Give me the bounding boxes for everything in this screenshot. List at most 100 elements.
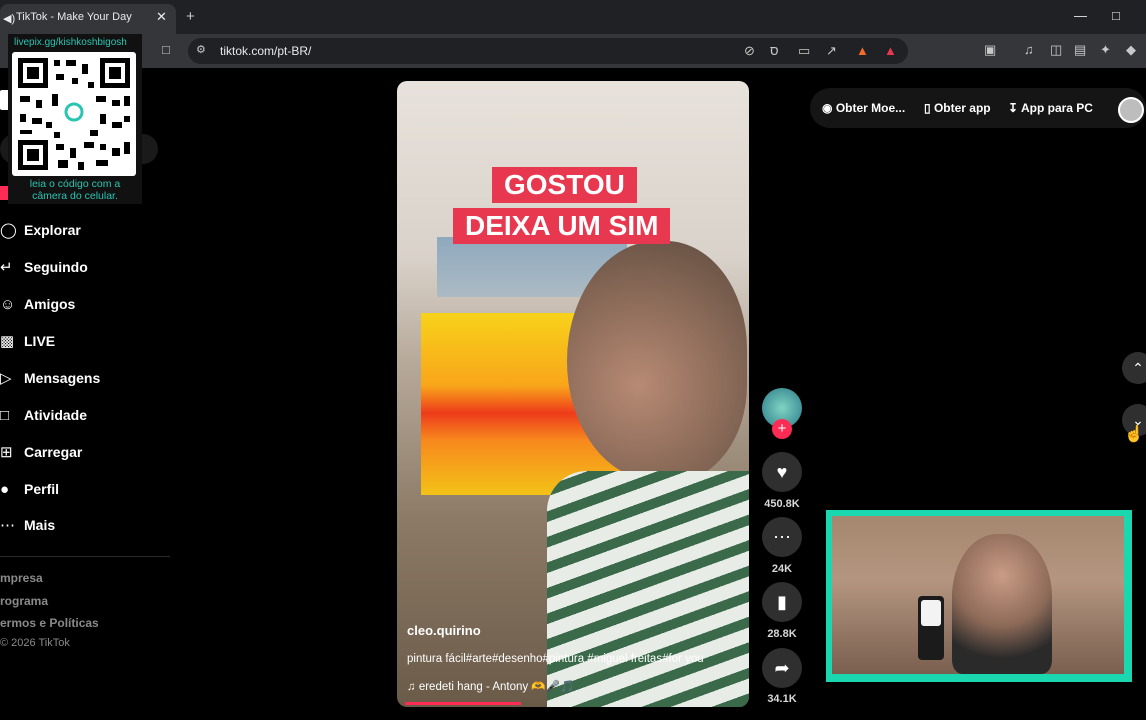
live-icon: ▩ — [0, 333, 15, 350]
share-button[interactable]: ➦ — [762, 648, 802, 688]
vpn-shield-icon[interactable]: ◆ — [1126, 42, 1136, 58]
browser-tab-bar: ◀) TikTok - Make Your Day ✕ + — □ — [0, 0, 1146, 34]
translate-icon[interactable]: ס — [770, 43, 779, 58]
browser-toolbar: □ ⚙ tiktok.com/pt-BR/ ⊘ ס ▭ ↗ ▲ ▲ ▣ ♫ ◫ … — [0, 34, 1146, 68]
get-coins-label: Obter Moe... — [835, 101, 906, 115]
new-tab-button[interactable]: + — [186, 8, 195, 25]
url-text[interactable]: tiktok.com/pt-BR/ — [220, 44, 311, 58]
upload-icon: ⊞ — [0, 444, 13, 461]
qr-code-overlay: livepix.gg/kishkoshbigosh leia o código … — [8, 34, 142, 204]
sidebar-item-amigos[interactable]: ☺ Amigos — [0, 293, 75, 315]
phone-icon: ▯ — [924, 101, 934, 115]
share-icon[interactable]: ↗ — [826, 43, 837, 59]
pc-app-label: App para PC — [1020, 101, 1093, 115]
share-arrow-icon: ➦ — [774, 658, 790, 678]
heart-icon: ♥ — [776, 462, 788, 482]
save-count: 28.8K — [767, 628, 797, 640]
streamer — [952, 534, 1052, 674]
sidebar-item-carregar[interactable]: ⊞ Carregar — [0, 441, 82, 463]
video-caption-line2: DEIXA UM SIM — [453, 208, 671, 244]
sidebar-item-seguindo[interactable]: ↵ Seguindo — [0, 256, 88, 278]
maximize-button[interactable]: □ — [1112, 8, 1120, 23]
sidebar-item-atividade[interactable]: □ Atividade — [0, 404, 87, 426]
video-description[interactable]: pintura fácil#arte#desenho#pintura #migu… — [407, 653, 704, 665]
qr-code — [12, 52, 136, 176]
video-music[interactable]: ♫ eredeti hang - Antony 🫶🎤🎵 — [407, 679, 574, 693]
screenshot-icon[interactable]: ▣ — [984, 42, 996, 58]
like-button[interactable]: ♥ — [762, 452, 802, 492]
wallet-icon[interactable]: ▤ — [1074, 42, 1086, 58]
get-app-label: Obter app — [933, 101, 991, 115]
share-count: 34.1K — [767, 693, 797, 705]
friends-icon: ☺ — [0, 295, 16, 313]
sidebar-item-label: Seguindo — [24, 259, 88, 275]
browser-tab[interactable]: ◀) TikTok - Make Your Day ✕ — [0, 4, 176, 34]
sidebar-item-label: LIVE — [24, 333, 56, 349]
qr-caption-line1: leia o código com a — [29, 178, 121, 190]
sidebar-item-label: Atividade — [24, 407, 88, 423]
mouse-cursor-icon: ☝ — [1124, 426, 1144, 443]
webcam-frame-accent — [864, 676, 1094, 680]
sidebar-item-explorar[interactable]: ◯ Explorar — [0, 219, 81, 241]
coin-icon: ◉ — [822, 101, 836, 115]
sidebar-item-label: Carregar — [24, 444, 83, 460]
sidebar-item-mensagens[interactable]: ▷ Mensagens — [0, 367, 100, 389]
chevron-up-icon: ⌃ — [1132, 360, 1144, 376]
sidebar-divider — [0, 556, 170, 557]
activity-icon: □ — [0, 406, 10, 424]
home-icon[interactable] — [0, 186, 8, 200]
user-avatar[interactable] — [1118, 97, 1144, 123]
site-info-icon[interactable]: ⚙ — [196, 43, 206, 56]
sidebar-item-perfil[interactable]: ● Perfil — [0, 478, 59, 500]
copyright: © 2026 TikTok — [0, 637, 70, 649]
bookmark-icon[interactable]: □ — [162, 42, 170, 57]
video-person-shirt — [547, 471, 749, 707]
pc-app-button[interactable]: ↧ App para PC — [1008, 101, 1093, 115]
ring-light-face — [921, 600, 941, 626]
download-icon: ↧ — [1008, 101, 1021, 115]
webcam-feed — [832, 516, 1124, 674]
footer-link-empresa[interactable]: mpresa — [0, 571, 43, 585]
comment-button[interactable]: ⋯ — [762, 517, 802, 557]
minimize-button[interactable]: — — [1074, 8, 1087, 23]
comment-icon: ⋯ — [773, 527, 791, 547]
following-icon: ↵ — [0, 259, 13, 276]
sidebar-item-mais[interactable]: ⋯ Mais — [0, 514, 55, 536]
sidebar-item-label: Explorar — [24, 222, 81, 238]
previous-video-button[interactable]: ⌃ — [1122, 352, 1146, 384]
follow-button[interactable]: + — [772, 419, 792, 439]
tab-title: TikTok - Make Your Day — [16, 11, 132, 23]
music-icon[interactable]: ♫ — [1024, 42, 1034, 57]
sidebar-item-live[interactable]: ▩ LIVE — [0, 330, 55, 352]
mute-icon[interactable]: ⊘ — [744, 43, 755, 59]
qr-url: livepix.gg/kishkoshbigosh — [14, 37, 127, 48]
sidebar-item-label: Amigos — [24, 296, 76, 312]
sidebar-icon[interactable]: ◫ — [1050, 42, 1062, 58]
address-bar[interactable]: ⚙ tiktok.com/pt-BR/ ⊘ ס ▭ ↗ ▲ ▲ — [188, 38, 908, 64]
messages-icon: ▷ — [0, 370, 12, 387]
leo-ai-icon[interactable]: ✦ — [1100, 42, 1111, 58]
speaker-icon[interactable]: ◀) — [3, 12, 15, 25]
comment-count: 24K — [771, 563, 793, 575]
rewards-icon[interactable]: ▲ — [884, 43, 897, 58]
footer-link-termos[interactable]: ermos e Políticas — [0, 616, 99, 630]
sidebar-item-label: Perfil — [24, 481, 60, 497]
close-icon[interactable]: ✕ — [156, 9, 167, 25]
video-progress-bar[interactable] — [405, 702, 522, 705]
qr-caption: leia o código com a câmera do celular. — [8, 178, 142, 202]
video-player[interactable]: GOSTOU DEIXA UM SIM cleo.quirino pintura… — [397, 81, 749, 707]
webcam-overlay — [826, 510, 1132, 682]
video-caption-line1: GOSTOU — [492, 167, 637, 203]
like-count: 450.8K — [764, 498, 800, 510]
video-person — [567, 241, 747, 481]
get-coins-button[interactable]: ◉ Obter Moe... — [822, 101, 905, 115]
footer-link-programa[interactable]: rograma — [0, 594, 48, 608]
cast-icon[interactable]: ▭ — [798, 43, 810, 59]
save-button[interactable]: ▮ — [762, 582, 802, 622]
bookmark-icon: ▮ — [777, 592, 787, 612]
sidebar-item-label: Mais — [24, 517, 56, 533]
video-author[interactable]: cleo.quirino — [407, 623, 481, 638]
get-app-button[interactable]: ▯ Obter app — [924, 101, 991, 115]
profile-icon: ● — [0, 480, 10, 498]
brave-shield-icon[interactable]: ▲ — [856, 43, 869, 58]
